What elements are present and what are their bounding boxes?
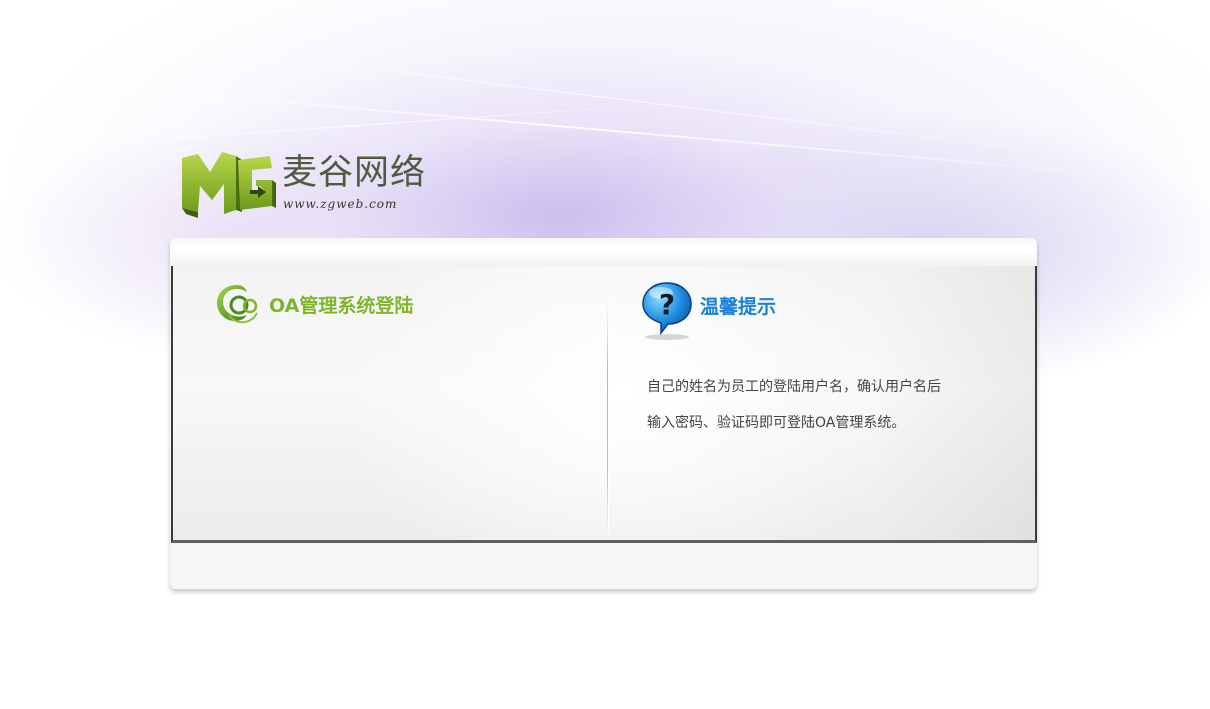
tips-message: 自己的姓名为员工的登陆用户名，确认用户名后 输入密码、验证码即可登陆OA管理系统… xyxy=(647,369,1007,441)
mg-logo-icon xyxy=(182,152,276,218)
tips-line: 输入密码、验证码即可登陆OA管理系统。 xyxy=(647,415,906,431)
login-panel-body: OA管理系统登陆 ? 温馨提示 自己的姓名为员工的登陆用户名，确认用户名后 输入… xyxy=(171,266,1037,543)
login-title: OA管理系统登陆 xyxy=(269,295,414,317)
tips-title: 温馨提示 xyxy=(700,296,777,318)
tips-line: 自己的姓名为员工的登陆用户名，确认用户名后 xyxy=(647,379,941,395)
panel-divider xyxy=(607,302,608,532)
svg-text:?: ? xyxy=(659,288,675,321)
swirl-logo-icon xyxy=(217,285,258,324)
question-bubble-icon: ? xyxy=(642,282,692,340)
brand-url: www.zgweb.com xyxy=(283,197,398,211)
brand-name: 麦谷网络 xyxy=(282,153,427,193)
login-panel: OA管理系统登陆 ? 温馨提示 自己的姓名为员工的登陆用户名，确认用户名后 输入… xyxy=(170,238,1037,589)
login-page: 麦谷网络 www.zgweb.com OA管理系统登陆 ? 温馨提示 自己的姓名… xyxy=(0,0,1210,709)
brand-logo: 麦谷网络 www.zgweb.com xyxy=(180,150,470,220)
